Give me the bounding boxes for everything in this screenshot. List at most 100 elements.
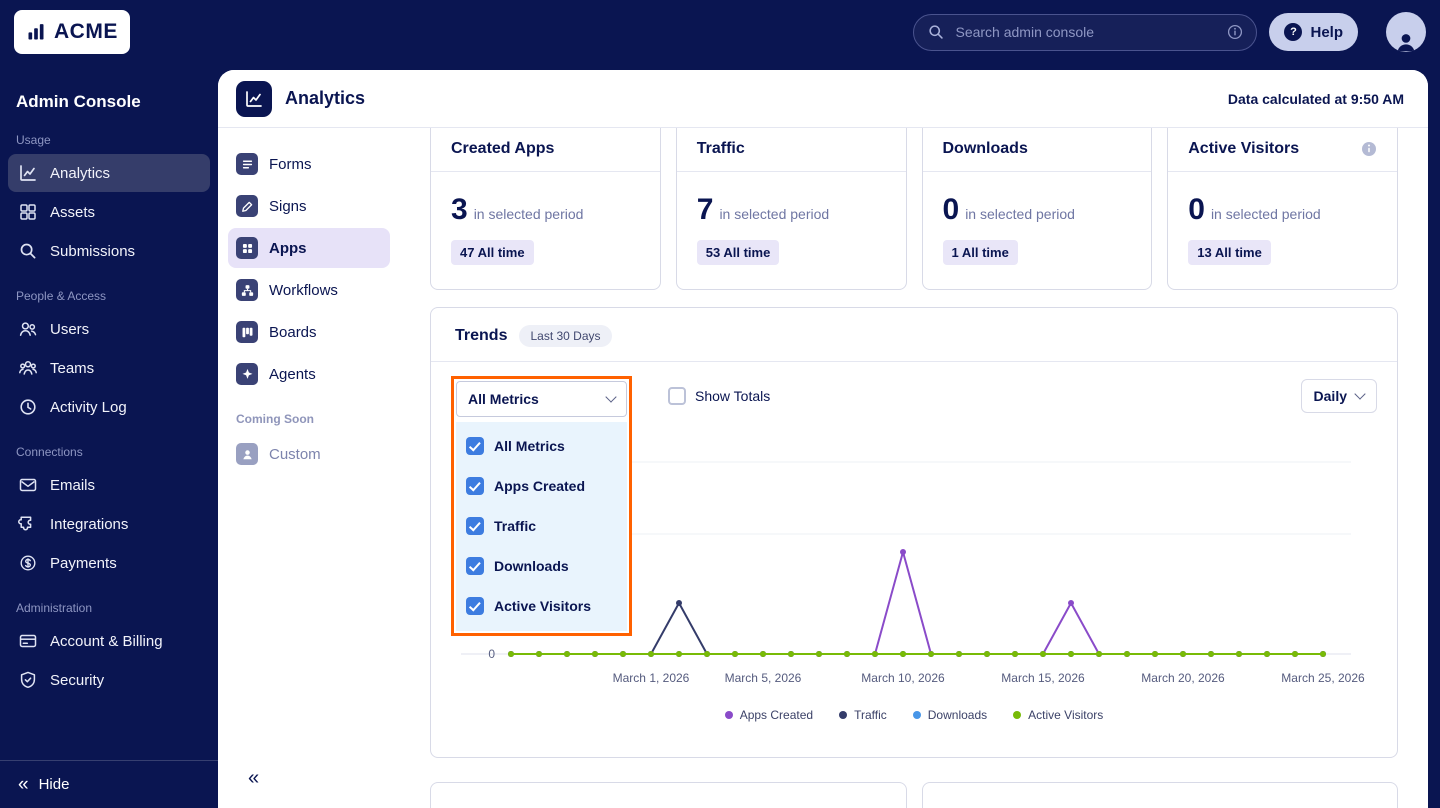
- legend-label: Downloads: [927, 708, 988, 722]
- custom-icon: [236, 443, 258, 465]
- sidebar-item-teams[interactable]: Teams: [8, 349, 210, 387]
- hide-sidebar-button[interactable]: « Hide: [0, 760, 218, 808]
- search-input[interactable]: [955, 24, 1218, 40]
- chart-legend: Apps Created Traffic Downloads Active Visit…: [431, 708, 1397, 722]
- sidebar-item-label: Account & Billing: [50, 632, 163, 650]
- analytics-icon: [236, 80, 272, 117]
- legend-label: Apps Created: [739, 708, 814, 722]
- stat-card-title: Traffic: [676, 128, 906, 172]
- legend-label: Active Visitors: [1028, 708, 1104, 722]
- stat-value: 0: [942, 193, 960, 226]
- sidebar-item-submissions[interactable]: Submissions: [8, 232, 210, 270]
- interval-label: Daily: [1313, 388, 1347, 404]
- activity-icon: [18, 397, 38, 417]
- info-icon[interactable]: [1227, 24, 1243, 40]
- stat-value: 3: [451, 193, 468, 226]
- hide-label: Hide: [38, 776, 70, 793]
- help-label: Help: [1310, 23, 1343, 41]
- info-icon[interactable]: [1361, 141, 1377, 157]
- sidebar-item-label: Assets: [50, 203, 96, 221]
- data-calculated-label: Data calculated at 9:50 AM: [1227, 90, 1404, 107]
- product-nav-label: Workflows: [269, 281, 338, 299]
- stat-card-traffic: Traffic 7 in selected period 53 All time: [675, 128, 907, 290]
- metric-option-downloads[interactable]: Downloads: [456, 546, 627, 586]
- metric-option-active-visitors[interactable]: Active Visitors: [456, 586, 627, 626]
- metric-option-traffic[interactable]: Traffic: [456, 506, 627, 546]
- page-title: Analytics: [285, 88, 366, 108]
- product-nav-item-apps[interactable]: Apps: [228, 228, 390, 268]
- stat-title-text: Traffic: [696, 140, 745, 157]
- legend-item-active-visitors: Active Visitors: [1013, 708, 1103, 722]
- product-nav-label: Agents: [269, 365, 316, 383]
- checkbox-checked-icon[interactable]: [466, 437, 484, 455]
- sidebar-item-payments[interactable]: Payments: [8, 544, 210, 582]
- product-nav-label: Boards: [269, 323, 317, 341]
- product-nav-item-forms[interactable]: Forms: [228, 144, 390, 184]
- product-nav-label: Custom: [269, 445, 321, 463]
- date-range-badge: Last 30 Days: [519, 325, 612, 347]
- user-avatar[interactable]: [1386, 12, 1426, 52]
- trends-title: Trends: [455, 327, 508, 344]
- workflows-icon: [236, 279, 258, 301]
- email-icon: [18, 475, 38, 495]
- product-nav-item-agents[interactable]: Agents: [228, 354, 390, 394]
- checkbox-checked-icon[interactable]: [466, 597, 484, 615]
- stat-alltime-badge: 13 All time: [1188, 240, 1271, 265]
- stat-period-label: in selected period: [965, 206, 1075, 222]
- legend-dot-icon: [1013, 711, 1022, 719]
- stats-row: Created Apps 3 in selected period 47 All ti…: [430, 128, 1398, 290]
- sidebar-item-security[interactable]: Security: [8, 661, 210, 699]
- stat-card-body: 7 in selected period 53 All time: [677, 172, 906, 286]
- metric-select-label: All Metrics: [468, 391, 539, 407]
- checkbox-checked-icon[interactable]: [466, 557, 484, 575]
- stat-period-label: in selected period: [473, 206, 584, 222]
- boards-icon: [236, 321, 258, 343]
- sidebar: Admin Console Usage Analytics Assets Submis…: [0, 64, 218, 808]
- product-nav-item-boards[interactable]: Boards: [228, 312, 390, 352]
- metric-select[interactable]: All Metrics: [456, 381, 627, 417]
- help-button[interactable]: ? Help: [1269, 13, 1358, 51]
- product-nav-item-custom[interactable]: Custom: [228, 434, 390, 474]
- search-icon: [18, 241, 38, 261]
- admin-search-bar[interactable]: [913, 13, 1258, 51]
- interval-select[interactable]: Daily: [1300, 379, 1377, 413]
- sidebar-item-emails[interactable]: Emails: [8, 466, 210, 504]
- legend-dot-icon: [724, 711, 733, 719]
- bottom-card: [430, 782, 907, 808]
- sidebar-item-assets[interactable]: Assets: [8, 193, 210, 231]
- stat-card-body: 3 in selected period 47 All time: [431, 172, 660, 286]
- sidebar-section-label: Connections: [16, 445, 83, 459]
- sidebar-item-users[interactable]: Users: [8, 310, 210, 348]
- checkbox-checked-icon[interactable]: [466, 477, 484, 495]
- sidebar-item-integrations[interactable]: Integrations: [8, 505, 210, 543]
- metric-option-apps-created[interactable]: Apps Created: [456, 466, 627, 506]
- metric-option-all-metrics[interactable]: All Metrics: [456, 426, 627, 466]
- legend-dot-icon: [839, 711, 848, 719]
- sidebar-title: Admin Console: [16, 92, 141, 111]
- product-nav-item-workflows[interactable]: Workflows: [228, 270, 390, 310]
- sidebar-item-label: Security: [50, 671, 105, 689]
- checkbox-unchecked-icon[interactable]: [668, 387, 686, 405]
- stat-value: 7: [696, 193, 714, 226]
- product-nav: Forms Signs Apps Workflows Boards Agents Comin…: [218, 128, 400, 808]
- stat-card-title: Active Visitors: [1168, 128, 1397, 172]
- collapse-nav-button[interactable]: «: [218, 757, 400, 798]
- sidebar-section-label: People & Access: [16, 289, 107, 303]
- search-icon: [927, 23, 945, 41]
- sidebar-item-analytics[interactable]: Analytics: [8, 154, 210, 192]
- checkbox-checked-icon[interactable]: [466, 517, 484, 535]
- sidebar-item-account-billing[interactable]: Account & Billing: [8, 622, 210, 660]
- show-totals-checkbox[interactable]: Show Totals: [668, 387, 770, 405]
- teams-icon: [18, 358, 38, 378]
- svg-text:March 5, 2026: March 5, 2026: [725, 671, 802, 685]
- agents-icon: [236, 363, 258, 385]
- sidebar-item-activity-log[interactable]: Activity Log: [8, 388, 210, 426]
- bottom-cards-row: [430, 782, 1398, 808]
- coming-soon-label: Coming Soon: [236, 412, 314, 426]
- panel-header: Analytics Data calculated at 9:50 AM: [218, 70, 1428, 128]
- trends-header: Trends Last 30 Days: [431, 308, 1397, 362]
- sidebar-item-label: Submissions: [50, 242, 136, 260]
- svg-text:March 15, 2026: March 15, 2026: [1001, 671, 1085, 685]
- svg-text:0: 0: [488, 647, 495, 661]
- product-nav-item-signs[interactable]: Signs: [228, 186, 390, 226]
